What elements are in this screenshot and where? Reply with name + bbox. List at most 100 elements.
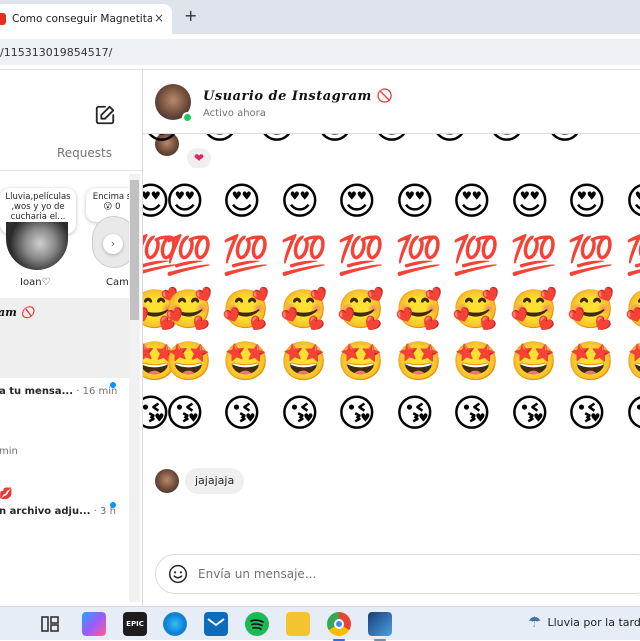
emoji-glyph: 🥰: [395, 287, 443, 331]
emoji-glyph: 😍: [487, 134, 527, 148]
emoji-glyph: 🥰: [452, 287, 500, 331]
emoji-glyph: 😘: [567, 391, 607, 435]
unread-dot: [110, 382, 116, 388]
emoji-glyph: 🤩: [567, 339, 615, 383]
sender-avatar: [155, 469, 179, 493]
emoji-glyph: 🥰: [280, 287, 328, 331]
taskbar: EPIC ☂ Lluvia por la tarde: [0, 606, 640, 641]
emoji-picker-icon[interactable]: [168, 564, 188, 584]
emoji-glyph: 🤩: [510, 339, 558, 383]
emoji-glyph: 🥰: [337, 287, 385, 331]
emoji-glyph: 😘: [280, 391, 320, 435]
conversation-preview[interactable]: 💋: [0, 487, 13, 500]
emoji-glyph: 🤩: [395, 339, 443, 383]
file-explorer-icon[interactable]: [286, 612, 310, 636]
emoji-glyph: 🤩: [222, 339, 270, 383]
emoji-glyph: 💯: [280, 233, 328, 277]
chrome-icon[interactable]: [327, 612, 351, 641]
emoji-glyph: 💯: [165, 233, 213, 277]
emoji-glyph: 😘: [452, 391, 492, 435]
emoji-glyph: 🥰: [510, 287, 558, 331]
emoji-glyph: 💯: [395, 233, 443, 277]
browser-tab[interactable]: Como conseguir Magnetita en Minecraft ×: [0, 4, 172, 34]
emoji-glyph: 🤩: [165, 339, 213, 383]
emoji-glyph: 😍: [545, 134, 585, 148]
spotify-icon[interactable]: [245, 612, 269, 636]
emoji-glyph: 😘: [510, 391, 550, 435]
emoji-glyph: 😍: [280, 179, 320, 223]
emoji-glyph: 😘: [337, 391, 377, 435]
unread-dot: [110, 502, 116, 508]
story-name: Ioan♡: [20, 277, 51, 288]
conversation-preview[interactable]: n archivo adju... · 3 h: [0, 506, 116, 517]
divider: [0, 170, 142, 171]
edge-icon[interactable]: [163, 612, 187, 636]
task-view-icon[interactable]: [38, 612, 62, 636]
message-composer: [155, 554, 640, 594]
emoji-glyph: 💯: [222, 233, 270, 277]
emoji-glyph: 😍: [372, 134, 412, 148]
chat-username[interactable]: Usuario de Instagram 🚫: [203, 89, 394, 104]
conversation-item-active[interactable]: am 🚫: [0, 298, 129, 378]
new-tab-button[interactable]: +: [184, 6, 197, 25]
sidebar-scrollbar[interactable]: [129, 174, 140, 602]
copilot-icon[interactable]: [82, 612, 106, 636]
app-icon[interactable]: [368, 612, 392, 641]
conversation-preview[interactable]: min: [0, 446, 18, 457]
emoji-glyph: 🥰: [165, 287, 213, 331]
emoji-glyph: 😍: [430, 134, 470, 148]
emoji-glyph: 😍: [395, 179, 435, 223]
emoji-glyph: 💯: [510, 233, 558, 277]
emoji-glyph: 😍: [200, 134, 240, 148]
emoji-glyph: 😘: [222, 391, 262, 435]
emoji-glyph: 🤩: [337, 339, 385, 383]
story-avatar[interactable]: [6, 222, 68, 270]
rain-umbrella-icon: ☂: [528, 613, 542, 631]
emoji-glyph: 💯: [625, 232, 640, 278]
heart-reaction[interactable]: ❤: [187, 148, 211, 168]
requests-tab[interactable]: Requests: [57, 146, 112, 160]
emoji-glyph: 💯: [567, 233, 615, 277]
address-bar: /115313019854517/: [0, 34, 640, 70]
emoji-glyph: 🥰: [222, 287, 270, 331]
emoji-glyph: 😍: [337, 179, 377, 223]
tab-title: Como conseguir Magnetita en Minecraft: [12, 13, 152, 25]
emoji-glyph: 😍: [257, 134, 297, 148]
emoji-glyph: 💯: [452, 233, 500, 277]
emoji-glyph: 😘: [395, 391, 435, 435]
emoji-glyph: 😘: [165, 391, 205, 435]
emoji-glyph: 😍: [143, 134, 182, 148]
emoji-glyph: 😍: [567, 179, 607, 223]
next-arrow-icon[interactable]: ›: [103, 234, 123, 254]
emoji-glyph: 🥰: [567, 287, 615, 331]
emoji-glyph: 🤩: [625, 338, 640, 384]
emoji-glyph: 😍: [315, 134, 355, 148]
conversation-name: am 🚫: [0, 306, 35, 319]
emoji-glyph: 😍: [165, 179, 205, 223]
message-bubble[interactable]: jajajaja: [185, 468, 245, 494]
compose-icon[interactable]: [94, 104, 116, 126]
chat-messages: ❤ 😍😍😍😍😍😍😍😍😍😍💯💯💯💯💯💯💯💯💯💯🥰🥰🥰🥰🥰🥰🥰🥰🥰🥰🤩🤩🤩🤩🤩🤩🤩🤩…: [143, 134, 640, 606]
scrollbar-thumb[interactable]: [130, 180, 139, 320]
weather-text: Lluvia por la tarde: [547, 615, 640, 629]
emoji-glyph: 🤩: [280, 339, 328, 383]
youtube-favicon-icon: [0, 13, 6, 25]
tab-close-icon[interactable]: ×: [154, 11, 164, 25]
message-input[interactable]: [198, 561, 618, 587]
emoji-glyph: 🤩: [452, 339, 500, 383]
url-field[interactable]: /115313019854517/: [0, 39, 640, 65]
browser-tab-bar: Como conseguir Magnetita en Minecraft × …: [0, 0, 640, 34]
emoji-glyph: 😘: [625, 390, 640, 436]
emoji-glyph: 😍: [452, 179, 492, 223]
mail-icon[interactable]: [204, 612, 228, 636]
conversation-preview[interactable]: a tu mensa... · 16 min: [0, 386, 117, 397]
emoji-glyph: 💯: [337, 233, 385, 277]
emoji-glyph: 😍: [625, 178, 640, 224]
active-status: Activo ahora: [203, 108, 266, 119]
epic-games-icon[interactable]: EPIC: [123, 612, 147, 636]
weather-widget[interactable]: ☂ Lluvia por la tarde: [528, 613, 640, 631]
emoji-glyph: 😍: [222, 179, 262, 223]
story-name: Cami: [106, 277, 132, 288]
conversation-sidebar: Requests Lluvia,películas ,wos y yo de c…: [0, 70, 143, 606]
online-indicator: [182, 112, 193, 123]
